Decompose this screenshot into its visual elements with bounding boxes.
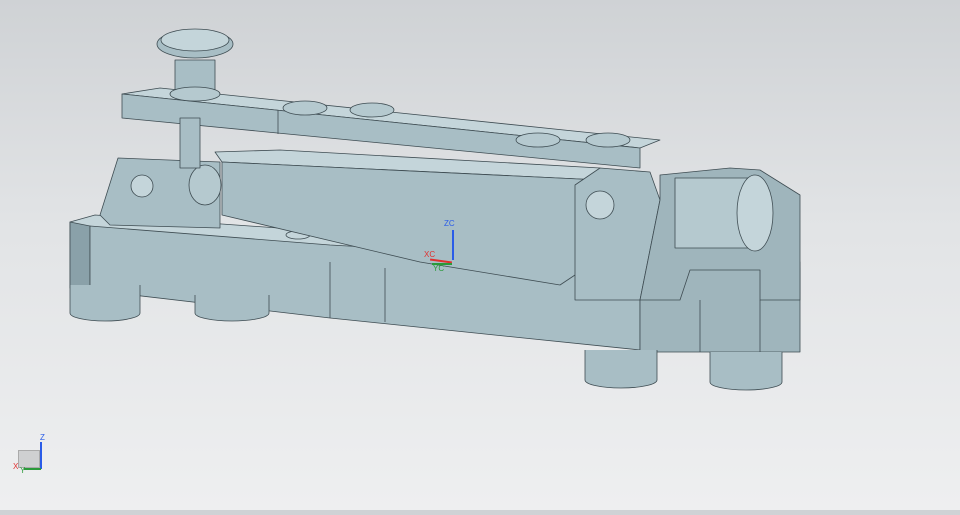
zc-label: ZC xyxy=(444,219,455,228)
triad-z-axis xyxy=(40,442,42,469)
left-hinge-block xyxy=(99,157,222,229)
triad-y-label: Y xyxy=(20,466,26,475)
triad-z-label: Z xyxy=(40,433,45,442)
graphics-viewport[interactable]: ZC XC YC Z X Y xyxy=(0,0,960,510)
yc-label: YC xyxy=(433,264,445,273)
cad-model xyxy=(69,28,801,391)
triad-x-label: X xyxy=(13,462,19,471)
zc-axis xyxy=(452,230,454,260)
triad-y-axis xyxy=(24,468,41,470)
xc-label: XC xyxy=(424,250,436,259)
